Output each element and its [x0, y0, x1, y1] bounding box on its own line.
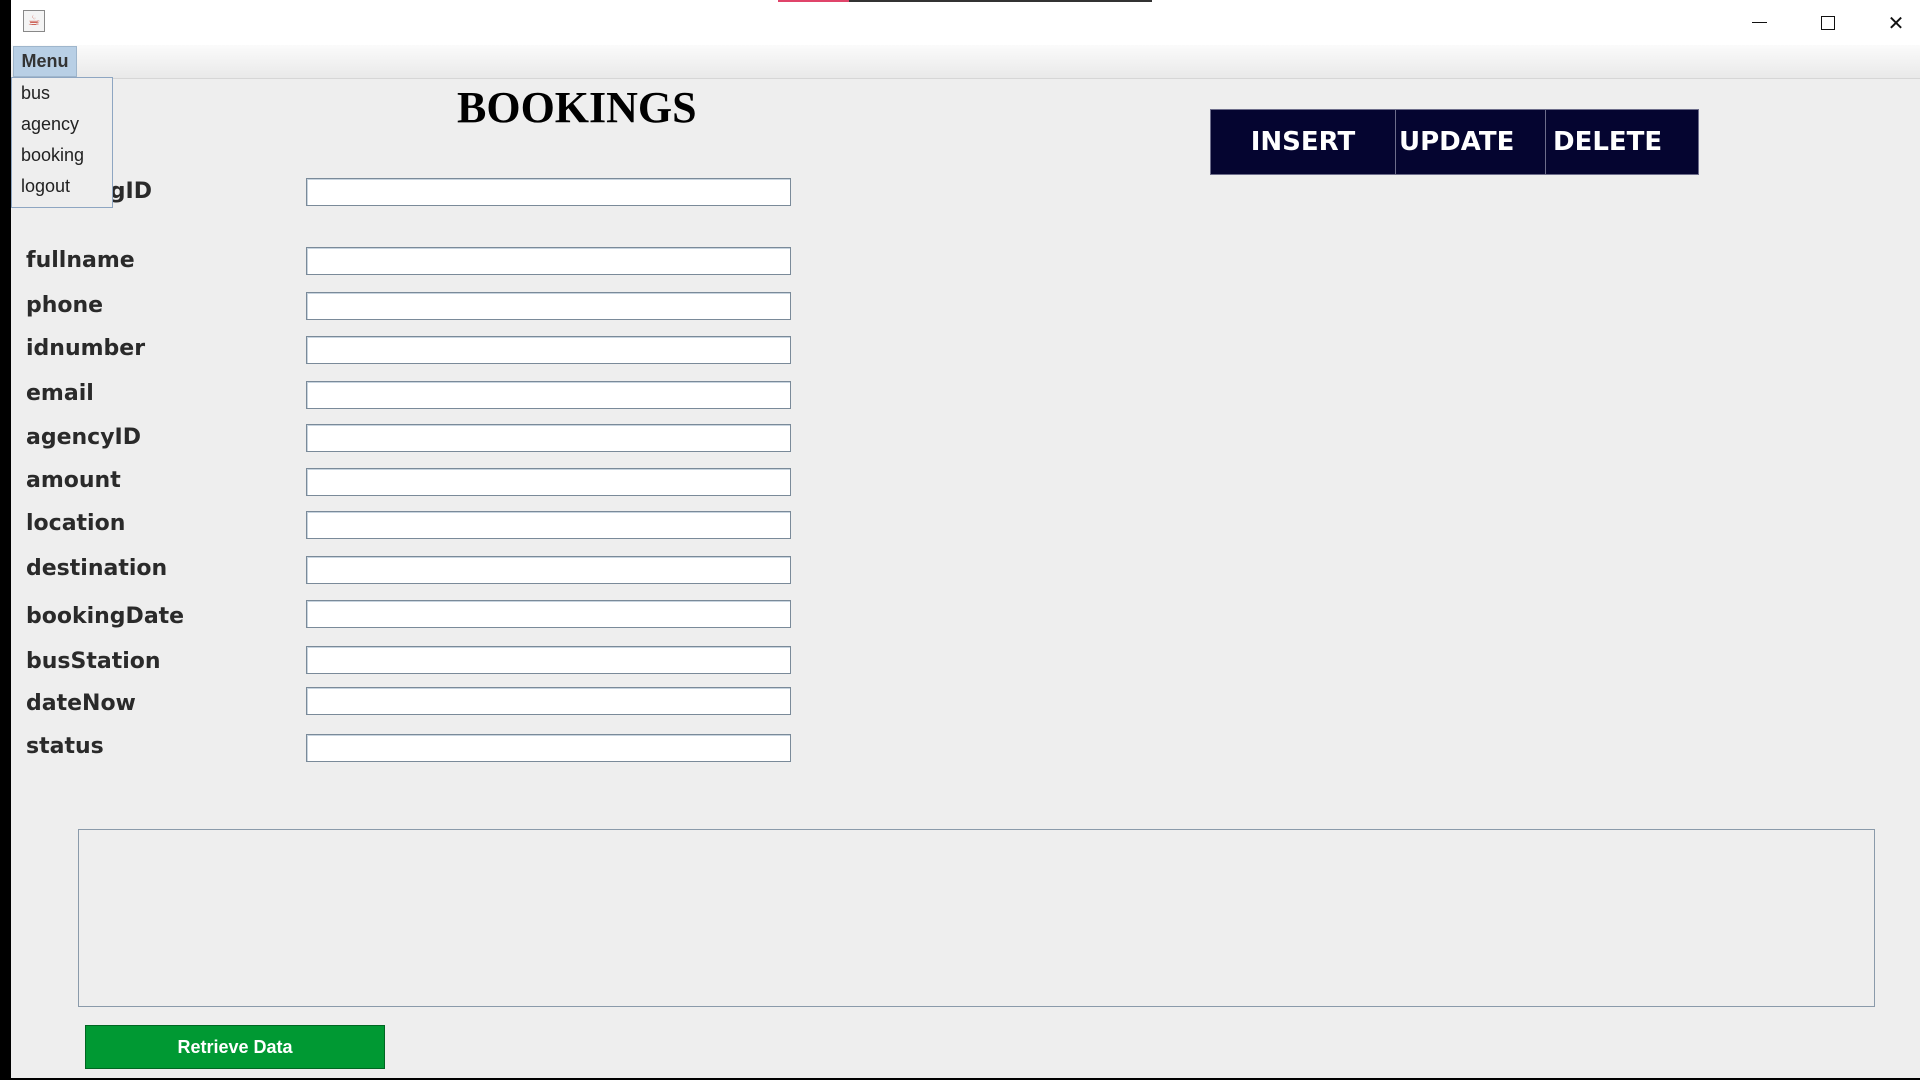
- minimize-button[interactable]: [1725, 0, 1793, 45]
- fullname-field[interactable]: [306, 247, 791, 275]
- amount-field[interactable]: [306, 468, 791, 496]
- email-field[interactable]: [306, 381, 791, 409]
- agencyid-field[interactable]: [306, 424, 791, 452]
- action-button-group: INSERT UPDATE DELETE: [1210, 109, 1699, 175]
- label-amount: amount: [26, 468, 121, 493]
- close-icon: ✕: [1887, 10, 1905, 35]
- delete-button[interactable]: DELETE: [1546, 110, 1698, 174]
- idnumber-field[interactable]: [306, 336, 791, 364]
- label-agencyid: agencyID: [26, 425, 142, 450]
- status-field[interactable]: [306, 734, 791, 762]
- maximize-icon: [1821, 15, 1835, 30]
- page-title: BOOKINGS: [457, 83, 697, 132]
- menu-item-bus[interactable]: bus: [12, 78, 112, 109]
- destination-field[interactable]: [306, 556, 791, 584]
- label-bookingdate: bookingDate: [26, 604, 185, 629]
- label-fullname: fullname: [26, 248, 135, 273]
- menu-item-agency[interactable]: agency: [12, 109, 112, 140]
- java-app-icon: ☕: [23, 10, 45, 32]
- maximize-button[interactable]: [1794, 0, 1862, 45]
- phone-field[interactable]: [306, 292, 791, 320]
- update-button[interactable]: UPDATE: [1396, 110, 1546, 174]
- app-window: ☕ ✕ Menu BOOKINGS bookingID fullname pho…: [11, 0, 1920, 1078]
- datenow-field[interactable]: [306, 687, 791, 715]
- taskbar-accent: [778, 0, 849, 2]
- title-bar: ☕ ✕: [11, 0, 1920, 45]
- bookingdate-field[interactable]: [306, 600, 791, 628]
- taskbar-accent-dark: [849, 0, 1152, 2]
- label-idnumber: idnumber: [26, 336, 146, 361]
- menu-button[interactable]: Menu: [13, 46, 77, 77]
- label-location: location: [26, 511, 126, 536]
- close-button[interactable]: ✕: [1862, 0, 1920, 45]
- menu-item-booking[interactable]: booking: [12, 140, 112, 171]
- label-busstation: busStation: [26, 649, 161, 674]
- location-field[interactable]: [306, 511, 791, 539]
- label-status: status: [26, 734, 104, 759]
- label-datenow: dateNow: [26, 691, 136, 716]
- busstation-field[interactable]: [306, 646, 791, 674]
- label-phone: phone: [26, 293, 104, 318]
- retrieve-data-button[interactable]: Retrieve Data: [85, 1025, 385, 1069]
- insert-button[interactable]: INSERT: [1211, 110, 1396, 174]
- minimize-icon: [1751, 22, 1767, 23]
- bookingid-field[interactable]: [306, 178, 791, 206]
- label-email: email: [26, 381, 94, 406]
- data-table-area[interactable]: [78, 829, 1875, 1007]
- menu-bar: Menu: [11, 45, 1920, 79]
- label-destination: destination: [26, 556, 168, 581]
- menu-item-logout[interactable]: logout: [12, 171, 112, 202]
- menu-dropdown: bus agency booking logout: [11, 77, 113, 208]
